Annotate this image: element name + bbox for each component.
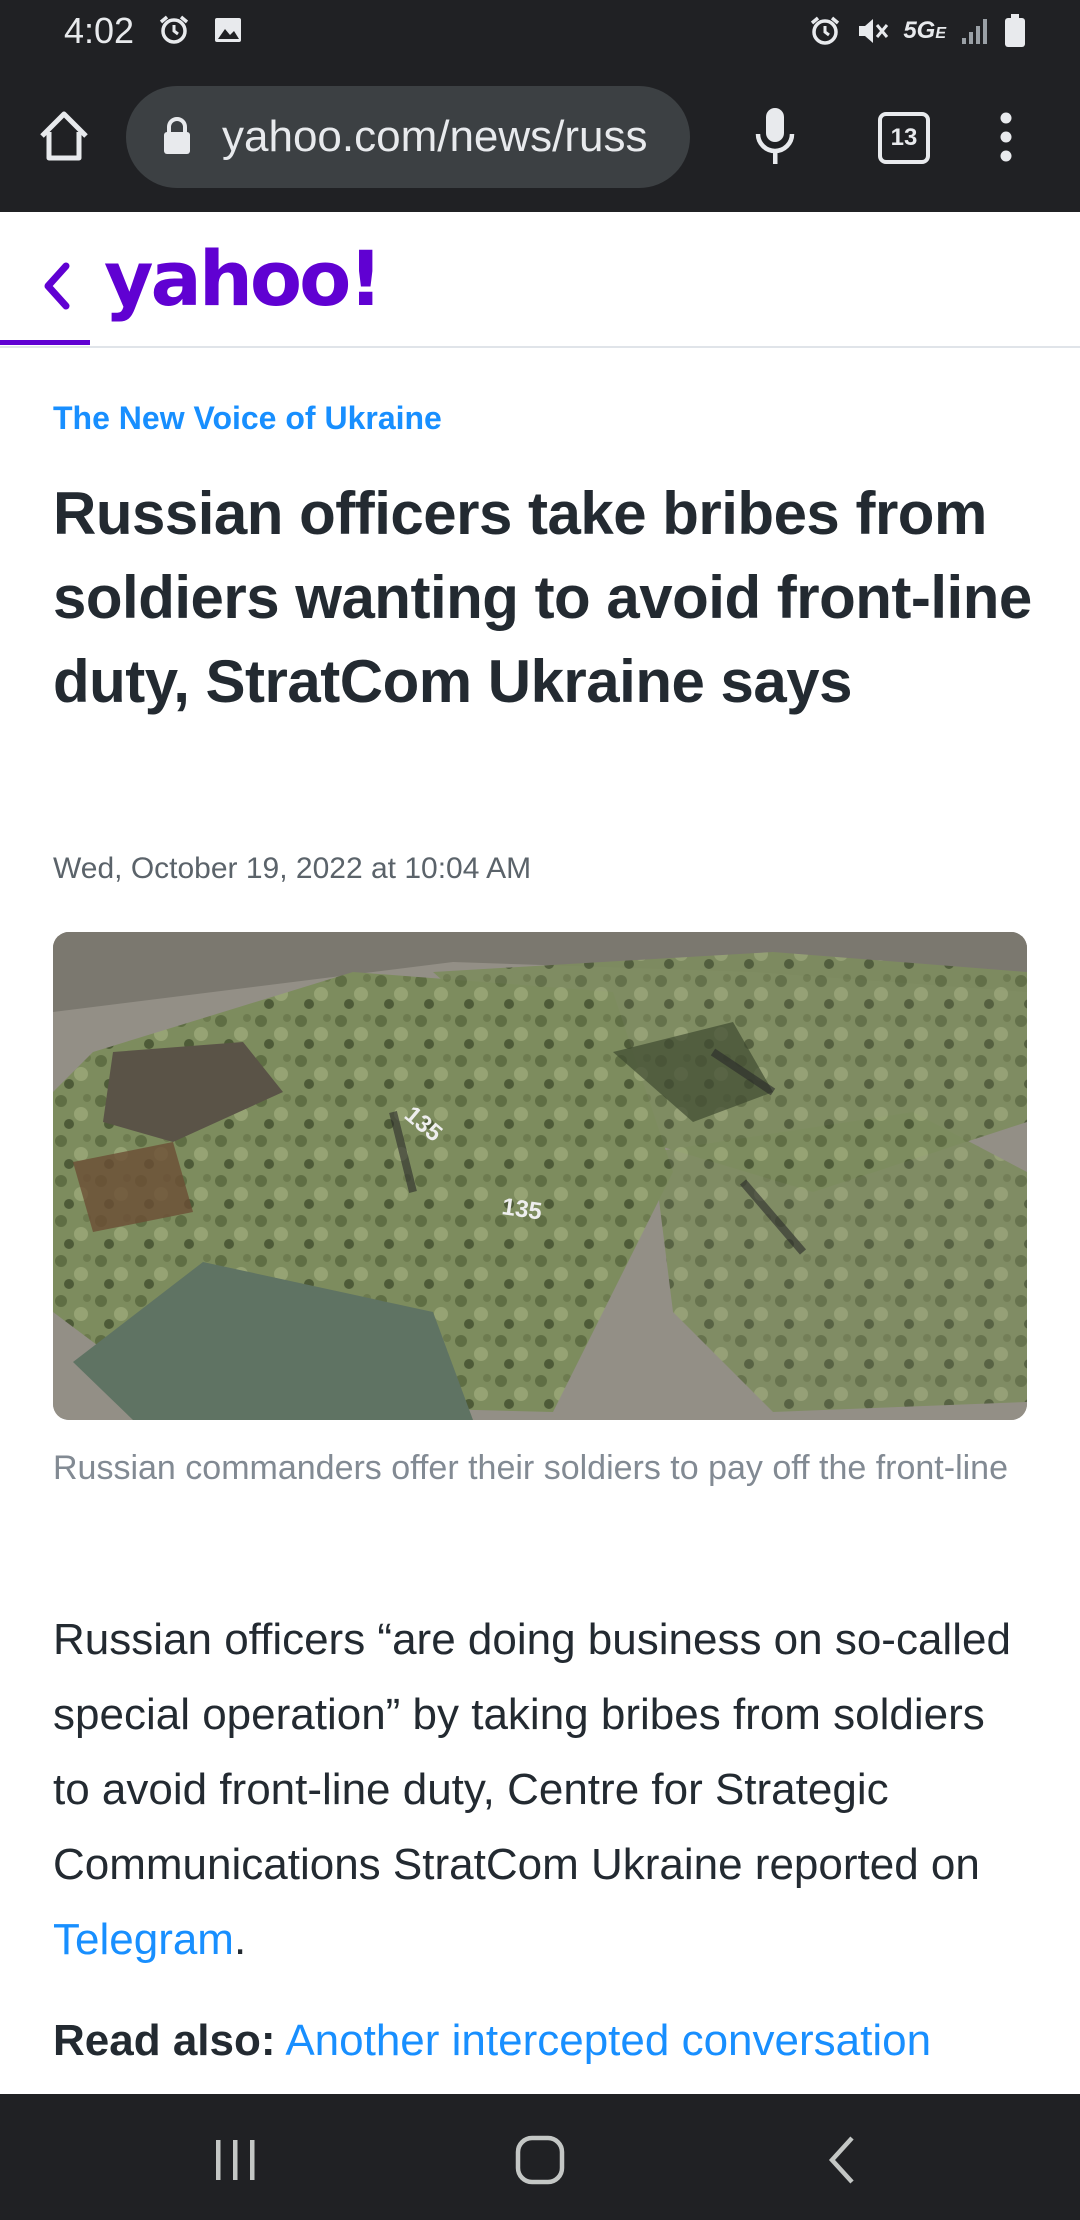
article-headline: Russian officers take bribes from soldie… — [53, 480, 1032, 715]
home-icon[interactable] — [36, 108, 92, 164]
status-bar: 4:02 5GE — [0, 0, 1080, 64]
site-header: yahoo! — [0, 212, 1080, 348]
recent-apps-icon[interactable] — [214, 2138, 258, 2182]
address-bar[interactable]: yahoo.com/news/russ — [126, 86, 690, 188]
tab-switcher-button[interactable]: 13 — [878, 112, 930, 164]
telegram-link[interactable]: Telegram — [53, 1915, 234, 1964]
lock-icon — [164, 117, 190, 154]
home-nav-icon[interactable] — [514, 2134, 566, 2186]
article-paragraph: Russian officers “are doing business on … — [53, 1602, 1033, 1977]
read-also-link[interactable]: Another intercepted conversation — [285, 2016, 931, 2065]
network-type-label: 5GE — [903, 17, 946, 44]
vest-number: 135 — [500, 1193, 543, 1225]
article-source[interactable]: The New Voice of Ukraine — [53, 400, 442, 437]
url-text: yahoo.com/news/russ — [222, 112, 648, 161]
back-nav-icon[interactable] — [824, 2134, 860, 2186]
read-also-label: Read also: — [53, 2016, 276, 2065]
battery-icon — [1005, 14, 1025, 47]
paragraph-text: Russian officers “are doing business on … — [53, 1615, 1011, 1889]
alarm-icon — [811, 16, 840, 45]
microphone-icon[interactable] — [752, 106, 798, 168]
chevron-left-icon[interactable] — [38, 260, 74, 312]
yahoo-logo[interactable]: yahoo! — [104, 234, 383, 323]
image-icon — [215, 18, 241, 42]
mute-icon — [859, 19, 889, 43]
read-also: Read also: Another intercepted conversat… — [53, 2016, 1053, 2066]
more-vert-icon[interactable] — [996, 112, 1016, 162]
status-time: 4:02 — [64, 10, 135, 51]
status-right-icons: 5GE — [809, 14, 1026, 48]
back-underline — [0, 340, 90, 345]
image-caption: Russian commanders offer their soldiers … — [53, 1449, 1008, 1487]
alarm-icon — [159, 15, 189, 44]
article-date: Wed, October 19, 2022 at 10:04 AM — [53, 852, 532, 885]
system-nav-bar — [0, 2094, 1080, 2220]
article-image: 135 135 — [53, 932, 1027, 1420]
paragraph-end: . — [233, 1915, 247, 1964]
status-left-icons — [158, 14, 244, 46]
browser-toolbar: yahoo.com/news/russ 13 — [0, 64, 1080, 215]
article-photo-graphic: 135 135 — [53, 932, 1027, 1420]
signal-icon — [962, 19, 987, 44]
